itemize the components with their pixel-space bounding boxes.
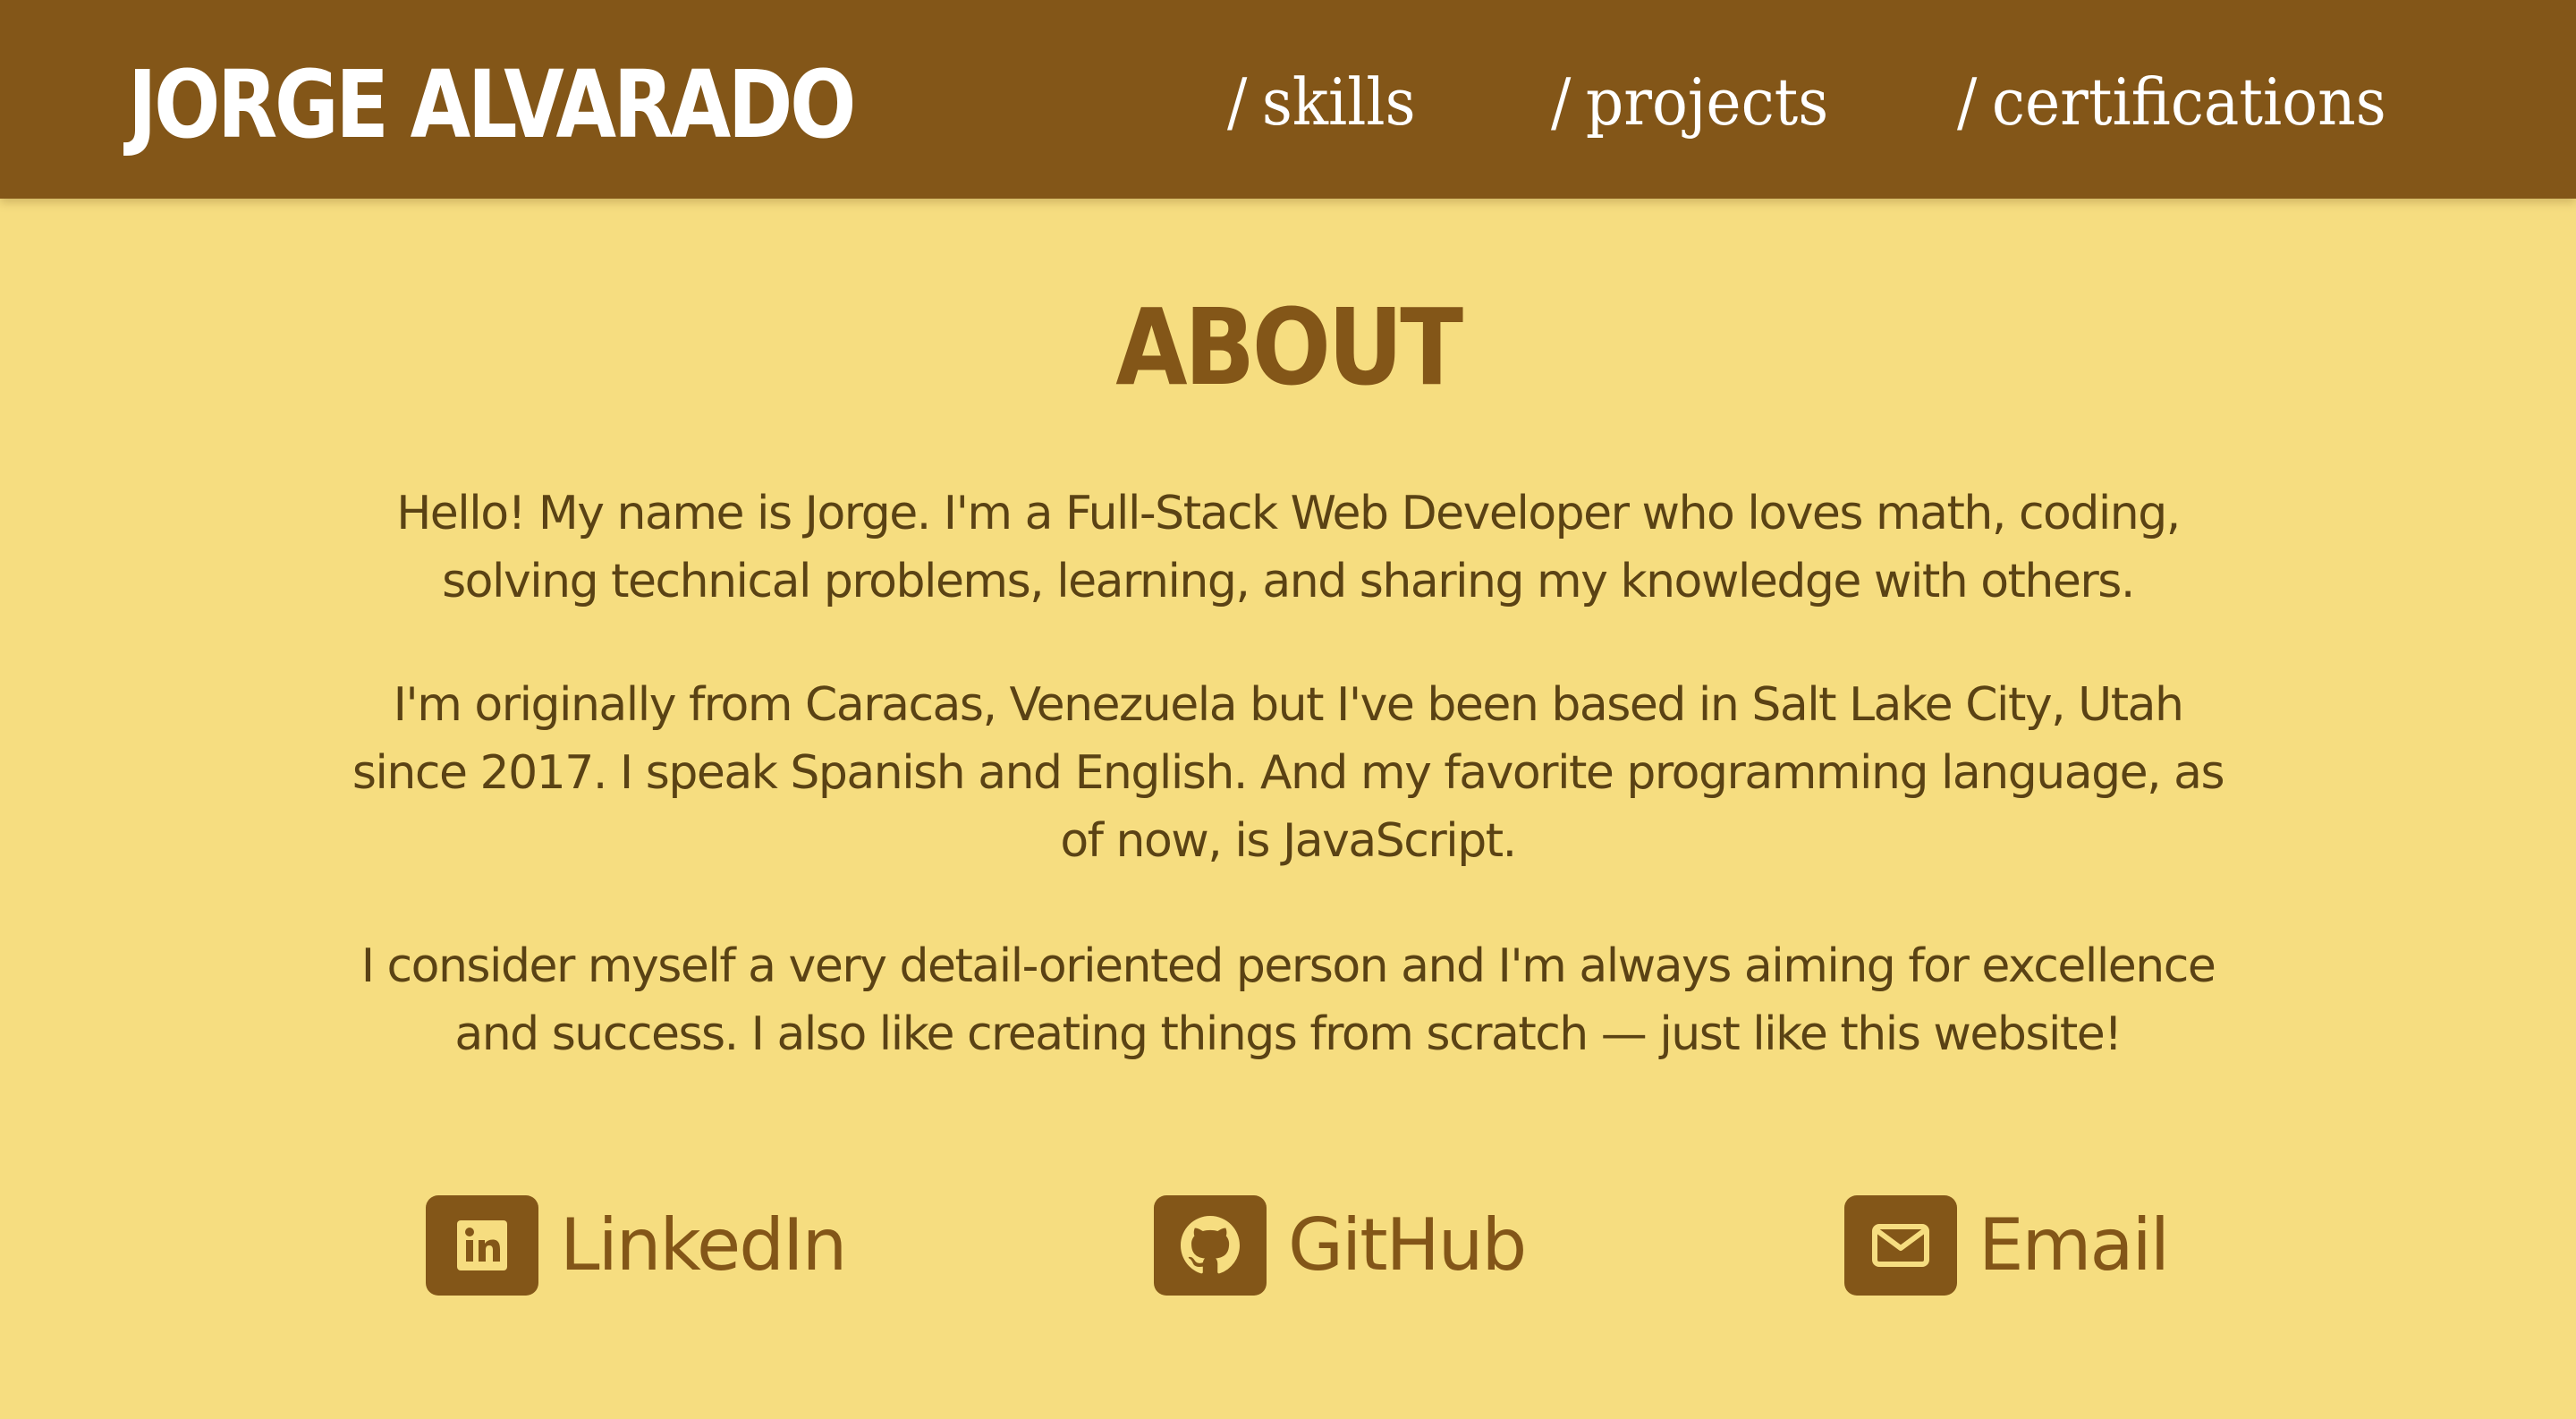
github-label: GitHub [1288,1203,1527,1287]
envelope-icon [1844,1195,1957,1296]
email-link[interactable]: Email [1844,1195,2170,1296]
linkedin-icon [426,1195,538,1296]
nav-label-certifications: certifications [1991,64,2386,140]
about-paragraph: Hello! My name is Jorge. I'm a Full-Stac… [396,487,2181,608]
linkedin-label: LinkedIn [560,1203,847,1287]
about-paragraph: I'm originally from Caracas, Venezuela b… [352,678,2225,868]
section-title-text: ABOUT [1115,285,1463,409]
github-icon [1154,1195,1267,1296]
site-brand[interactable]: JORGE ALVARADO [128,47,856,163]
site-header: JORGE ALVARADO / skills / projects / certif… [0,0,2576,199]
section-title: ABOUT [0,285,2576,410]
nav-slash: / [1957,64,1978,140]
nav-label-projects: projects [1585,64,1829,140]
nav-link-projects[interactable]: / projects [1551,57,1828,147]
nav-slash: / [1227,64,1248,140]
nav-link-certifications[interactable]: / certifications [1957,57,2386,147]
linkedin-link[interactable]: LinkedIn [426,1195,847,1296]
nav-label-skills: skills [1261,64,1416,140]
github-link[interactable]: GitHub [1154,1195,1527,1296]
email-label: Email [1979,1203,2170,1287]
nav-link-skills[interactable]: / skills [1227,57,1416,147]
about-paragraph: I consider myself a very detail-oriented… [360,939,2216,1061]
nav-slash: / [1551,64,1572,140]
